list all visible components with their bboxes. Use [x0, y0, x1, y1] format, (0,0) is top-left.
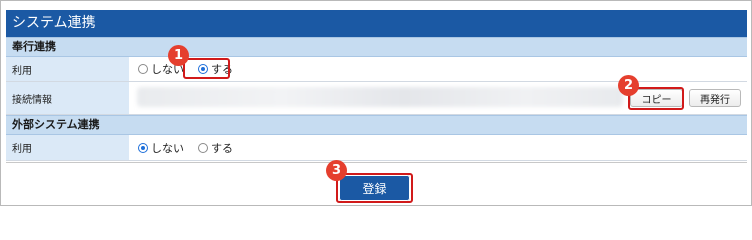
radio-unselected-icon	[138, 64, 148, 74]
connection-info-redacted	[137, 87, 623, 107]
radio-external-usage-off[interactable]: しない	[138, 140, 184, 156]
callout-badge-3: 3	[326, 160, 347, 181]
row-label-bugyo-usage: 利用	[6, 57, 129, 81]
callout-badge-1: 1	[168, 45, 189, 66]
panel-title: システム連携	[6, 10, 747, 37]
callout-badge-2: 2	[618, 75, 639, 96]
settings-panel: システム連携 奉行連携 利用 しない する 接続情報 コピー 再発行 外部システ…	[0, 0, 752, 206]
reissue-button[interactable]: 再発行	[689, 89, 741, 107]
row-label-connection-info: 接続情報	[6, 82, 129, 114]
radio-external-usage-on[interactable]: する	[198, 140, 233, 156]
radio-label: する	[211, 141, 233, 155]
section-header-bugyo: 奉行連携	[6, 37, 747, 57]
radio-group-external-usage: しない する	[129, 135, 747, 160]
radio-selected-icon	[138, 142, 148, 153]
section-header-external: 外部システム連携	[6, 115, 747, 135]
radio-label: しない	[151, 141, 184, 155]
radio-unselected-icon	[198, 142, 208, 153]
row-external-usage: 利用 しない する	[6, 135, 747, 161]
footer-divider	[6, 162, 747, 163]
row-label-external-usage: 利用	[6, 135, 129, 160]
highlight-register-button	[336, 173, 413, 203]
highlight-radio-on	[183, 58, 230, 79]
